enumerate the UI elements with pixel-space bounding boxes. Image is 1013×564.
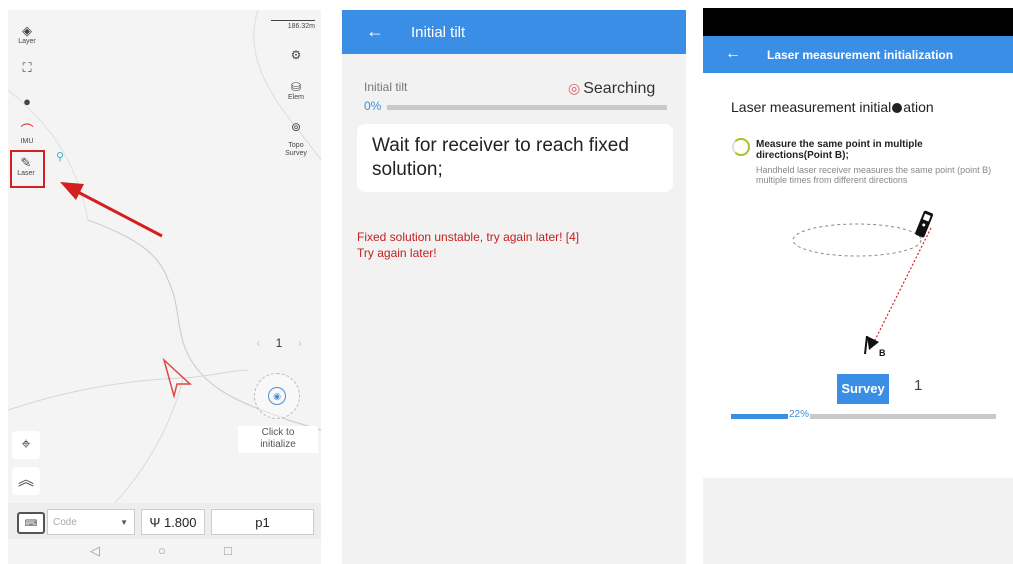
settings-button[interactable]: ⚙ (276, 48, 316, 62)
crosshair-button[interactable]: ⌖ (12, 431, 40, 459)
double-chevron-up-icon: ︽ (17, 472, 34, 489)
search-status-text: Searching (583, 80, 656, 97)
nav-recents-icon[interactable]: □ (224, 543, 232, 558)
measurement-count: 1 (914, 377, 923, 394)
laser-button[interactable]: ✎ Laser (8, 155, 44, 178)
nav-back-icon[interactable]: ◁ (90, 543, 100, 559)
dropdown-arrow-icon: ▼ (120, 518, 128, 527)
point-name-field[interactable]: p1 (211, 509, 314, 535)
imu-label: IMU (20, 138, 34, 145)
header-title: Initial tilt (411, 24, 466, 41)
database-icon: ⛁ (290, 80, 302, 94)
laser-pen-icon: ✎ (20, 155, 32, 170)
topo-survey-label: Topo Survey (285, 142, 307, 157)
footer-area (703, 478, 1013, 564)
laser-label: Laser (17, 170, 35, 177)
layers-icon: ◈ (22, 23, 32, 38)
keyboard-button[interactable]: ⌨ (17, 512, 45, 534)
step-title: Measure the same point in multiple direc… (756, 139, 923, 161)
bomb-button[interactable]: ● (9, 95, 45, 109)
error-line-2: Try again later! (357, 246, 437, 260)
error-message: Fixed solution unstable, try again later… (357, 229, 677, 261)
crosshair-icon: ⌖ (21, 436, 31, 453)
settings-icon: ⚙ (290, 48, 302, 62)
fullscreen-button[interactable]: ⛶ (9, 61, 45, 75)
laser-diagram: B (792, 210, 934, 358)
bottom-toolbar: ⌨ Code ▼ Ψ 1.800 p1 (8, 503, 321, 539)
keyboard-icon: ⌨ (24, 518, 38, 528)
expand-up-button[interactable]: ︽ (12, 467, 40, 495)
android-nav-bar: ◁ ○ □ (8, 539, 321, 564)
header-title: Laser measurement initialization (767, 48, 954, 62)
back-arrow-icon[interactable]: ← (725, 45, 741, 63)
antenna-pole-icon: Ψ (149, 515, 161, 530)
antenna-height-field[interactable]: Ψ 1.800 (141, 509, 205, 535)
pager-prev-icon[interactable]: ‹ (256, 336, 260, 350)
layer-label: Layer (18, 38, 36, 45)
elem-button[interactable]: ⛁ Elem (276, 80, 316, 101)
search-icon: ◎ (568, 80, 581, 96)
map-panel: 186.32m ◈ Layer ⛶ ● ⌒ IMU ✎ Laser ⚲ ⚙ ⛁ … (8, 10, 321, 564)
locate-button[interactable]: ◉ (254, 373, 300, 419)
pager-number: 1 (275, 336, 283, 350)
elem-label: Elem (288, 94, 304, 101)
antenna-height-value: 1.800 (163, 515, 197, 530)
progress-percent: 0% (364, 99, 382, 113)
pager: ‹ 1 › (244, 336, 314, 354)
survey-icon: ⊚ (290, 120, 302, 134)
pager-next-icon[interactable]: › (298, 336, 302, 350)
survey-button[interactable]: Survey (837, 374, 889, 404)
progress-bar (387, 105, 667, 110)
app-header: ← Initial tilt (342, 10, 686, 54)
fullscreen-icon: ⛶ (22, 60, 32, 75)
progress-percent: 22% (788, 409, 811, 420)
nav-home-icon[interactable]: ○ (158, 543, 166, 558)
search-status: ◎ Searching (568, 80, 655, 98)
tilt-label: Initial tilt (364, 80, 408, 94)
location-pin-icon: ◉ (268, 387, 286, 405)
message-card: Wait for receiver to reach fixed solutio… (357, 124, 673, 192)
satellite-icon: ⚲ (56, 151, 65, 163)
app-header: ← Laser measurement initialization (703, 36, 1013, 73)
bomb-icon: ● (23, 94, 31, 109)
progress-fill (731, 414, 790, 419)
imu-icon: ⌒ (20, 123, 34, 138)
point-b-flag-icon (867, 336, 879, 350)
message-text: Wait for receiver to reach fixed solutio… (372, 135, 629, 180)
section-title: Laser measurement initial ation (731, 99, 934, 115)
click-to-initialize-button[interactable]: Click to initialize (238, 426, 318, 453)
back-arrow-icon[interactable]: ← (366, 21, 384, 42)
laser-init-panel: ← Laser measurement initialization Laser… (703, 8, 1013, 564)
imu-button[interactable]: ⌒ IMU (9, 123, 45, 146)
step-description: Handheld laser receiver measures the sam… (756, 165, 992, 185)
topo-survey-button[interactable]: ⊚ Topo Survey (276, 112, 316, 158)
layer-button[interactable]: ◈ Layer (9, 23, 45, 46)
map-scale: 186.32m (271, 20, 315, 30)
step-progress-icon (732, 138, 750, 156)
loading-dot-icon (892, 103, 903, 114)
progress-bar (731, 414, 996, 419)
code-placeholder: Code (53, 517, 77, 528)
point-b-label: B (879, 348, 886, 358)
error-line-1: Fixed solution unstable, try again later… (357, 230, 580, 244)
map-background (8, 10, 321, 511)
initial-tilt-panel: ← Initial tilt Initial tilt ◎ Searching 0… (342, 10, 686, 564)
code-select[interactable]: Code ▼ (47, 509, 135, 535)
laser-receiver-icon (915, 210, 934, 238)
status-bar (703, 8, 1013, 36)
